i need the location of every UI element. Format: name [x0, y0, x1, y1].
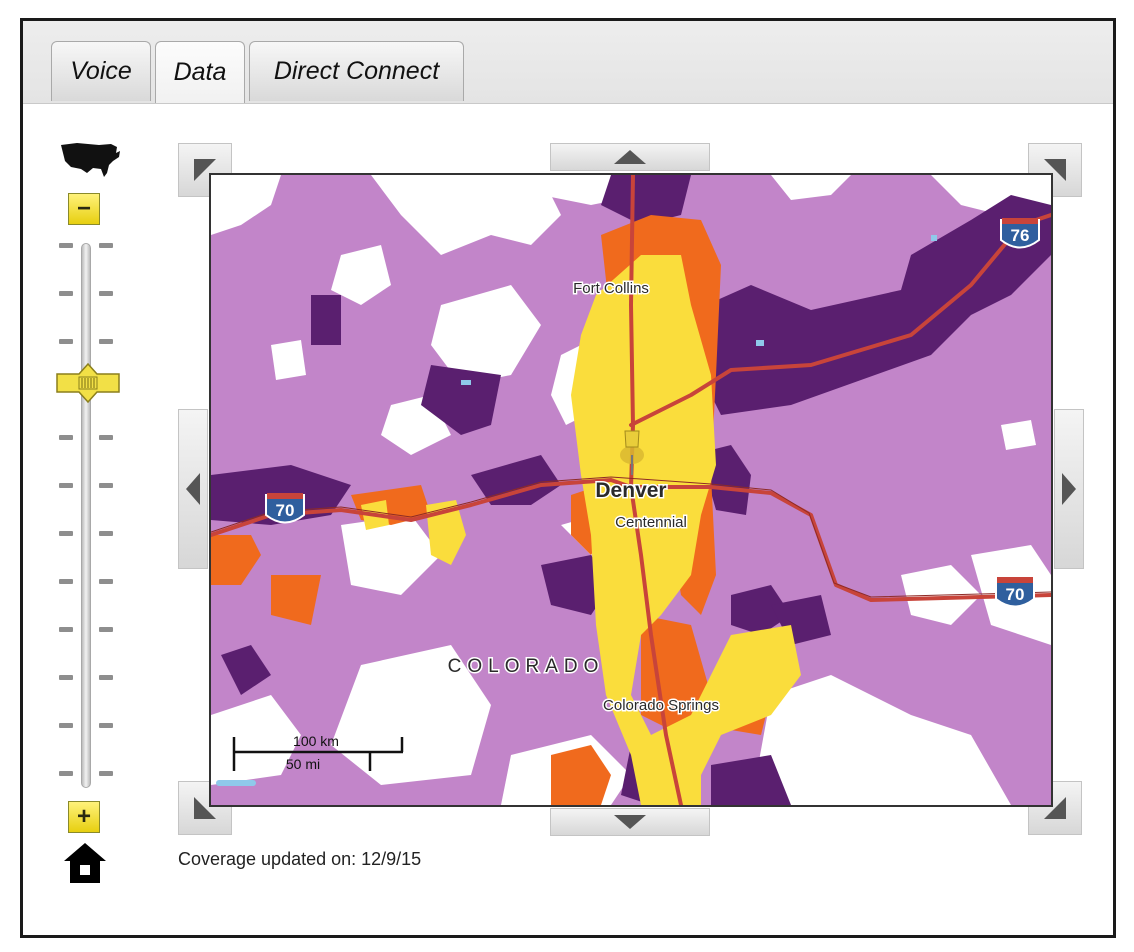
- plus-icon: +: [76, 803, 91, 830]
- shield-i76-label: 76: [1011, 226, 1030, 245]
- pan-west-button[interactable]: [178, 409, 208, 569]
- pan-east-button[interactable]: [1054, 409, 1084, 569]
- arrow-up-icon: [614, 150, 646, 164]
- zoom-tick: [59, 771, 73, 776]
- home-icon[interactable]: [62, 841, 108, 885]
- coverage-updated-text: Coverage updated on: 12/9/15: [178, 849, 422, 869]
- shield-i76: 76: [1000, 218, 1040, 249]
- tab-voice[interactable]: Voice: [51, 41, 151, 101]
- us-map-icon[interactable]: [59, 141, 121, 179]
- zoom-tick: [99, 771, 113, 776]
- zoom-tick: [59, 339, 73, 344]
- shield-i70-west-label: 70: [276, 501, 295, 520]
- label-fort-collins: Fort Collins: [573, 280, 649, 297]
- zoom-out-button[interactable]: −: [68, 193, 100, 225]
- zoom-tick: [99, 339, 113, 344]
- zoom-in-button[interactable]: +: [68, 801, 100, 833]
- coverage-map[interactable]: 76 70 70 Fort Collins Denver Centennial …: [209, 173, 1053, 807]
- tab-direct-connect[interactable]: Direct Connect: [249, 41, 464, 101]
- tab-bar: Voice Data Direct Connect: [23, 21, 1113, 104]
- zoom-tick: [99, 627, 113, 632]
- zoom-tick: [99, 435, 113, 440]
- zoom-tick: [59, 675, 73, 680]
- zoom-tick: [59, 243, 73, 248]
- shield-i70-west: 70: [265, 493, 305, 524]
- zoom-tick: [59, 531, 73, 536]
- zoom-tick: [59, 291, 73, 296]
- label-colorado: COLORADO: [448, 656, 605, 677]
- minus-icon: −: [76, 195, 91, 222]
- zoom-tick: [99, 291, 113, 296]
- zoom-tick: [99, 723, 113, 728]
- shield-i70-east: 70: [995, 577, 1035, 608]
- coverage-map-widget: Voice Data Direct Connect − + 76 70 70 F…: [20, 18, 1116, 938]
- zoom-tick: [99, 675, 113, 680]
- zoom-tick: [99, 483, 113, 488]
- zoom-tick: [59, 723, 73, 728]
- zoom-tick: [59, 627, 73, 632]
- label-denver: Denver: [595, 479, 666, 502]
- coverage-map-canvas: 76 70 70 Fort Collins Denver Centennial …: [211, 175, 1051, 805]
- zoom-tick: [59, 579, 73, 584]
- label-colorado-springs: Colorado Springs: [603, 697, 719, 714]
- zoom-tick: [59, 435, 73, 440]
- zoom-slider-track[interactable]: [81, 243, 91, 788]
- shield-i70-east-label: 70: [1006, 585, 1025, 604]
- pan-north-button[interactable]: [550, 143, 710, 171]
- label-centennial: Centennial: [615, 514, 687, 531]
- arrow-left-icon: [186, 473, 200, 505]
- scale-mi-label: 50 mi: [286, 756, 320, 772]
- zoom-tick: [99, 579, 113, 584]
- zoom-slider-thumb[interactable]: [53, 362, 123, 404]
- arrow-right-icon: [1062, 473, 1076, 505]
- pan-south-button[interactable]: [550, 808, 710, 836]
- tab-data[interactable]: Data: [155, 41, 245, 103]
- scale-km-label: 100 km: [293, 733, 339, 749]
- zoom-control: − +: [53, 133, 127, 893]
- zoom-tick: [99, 243, 113, 248]
- arrow-down-icon: [614, 815, 646, 829]
- zoom-tick: [99, 531, 113, 536]
- zoom-tick: [59, 483, 73, 488]
